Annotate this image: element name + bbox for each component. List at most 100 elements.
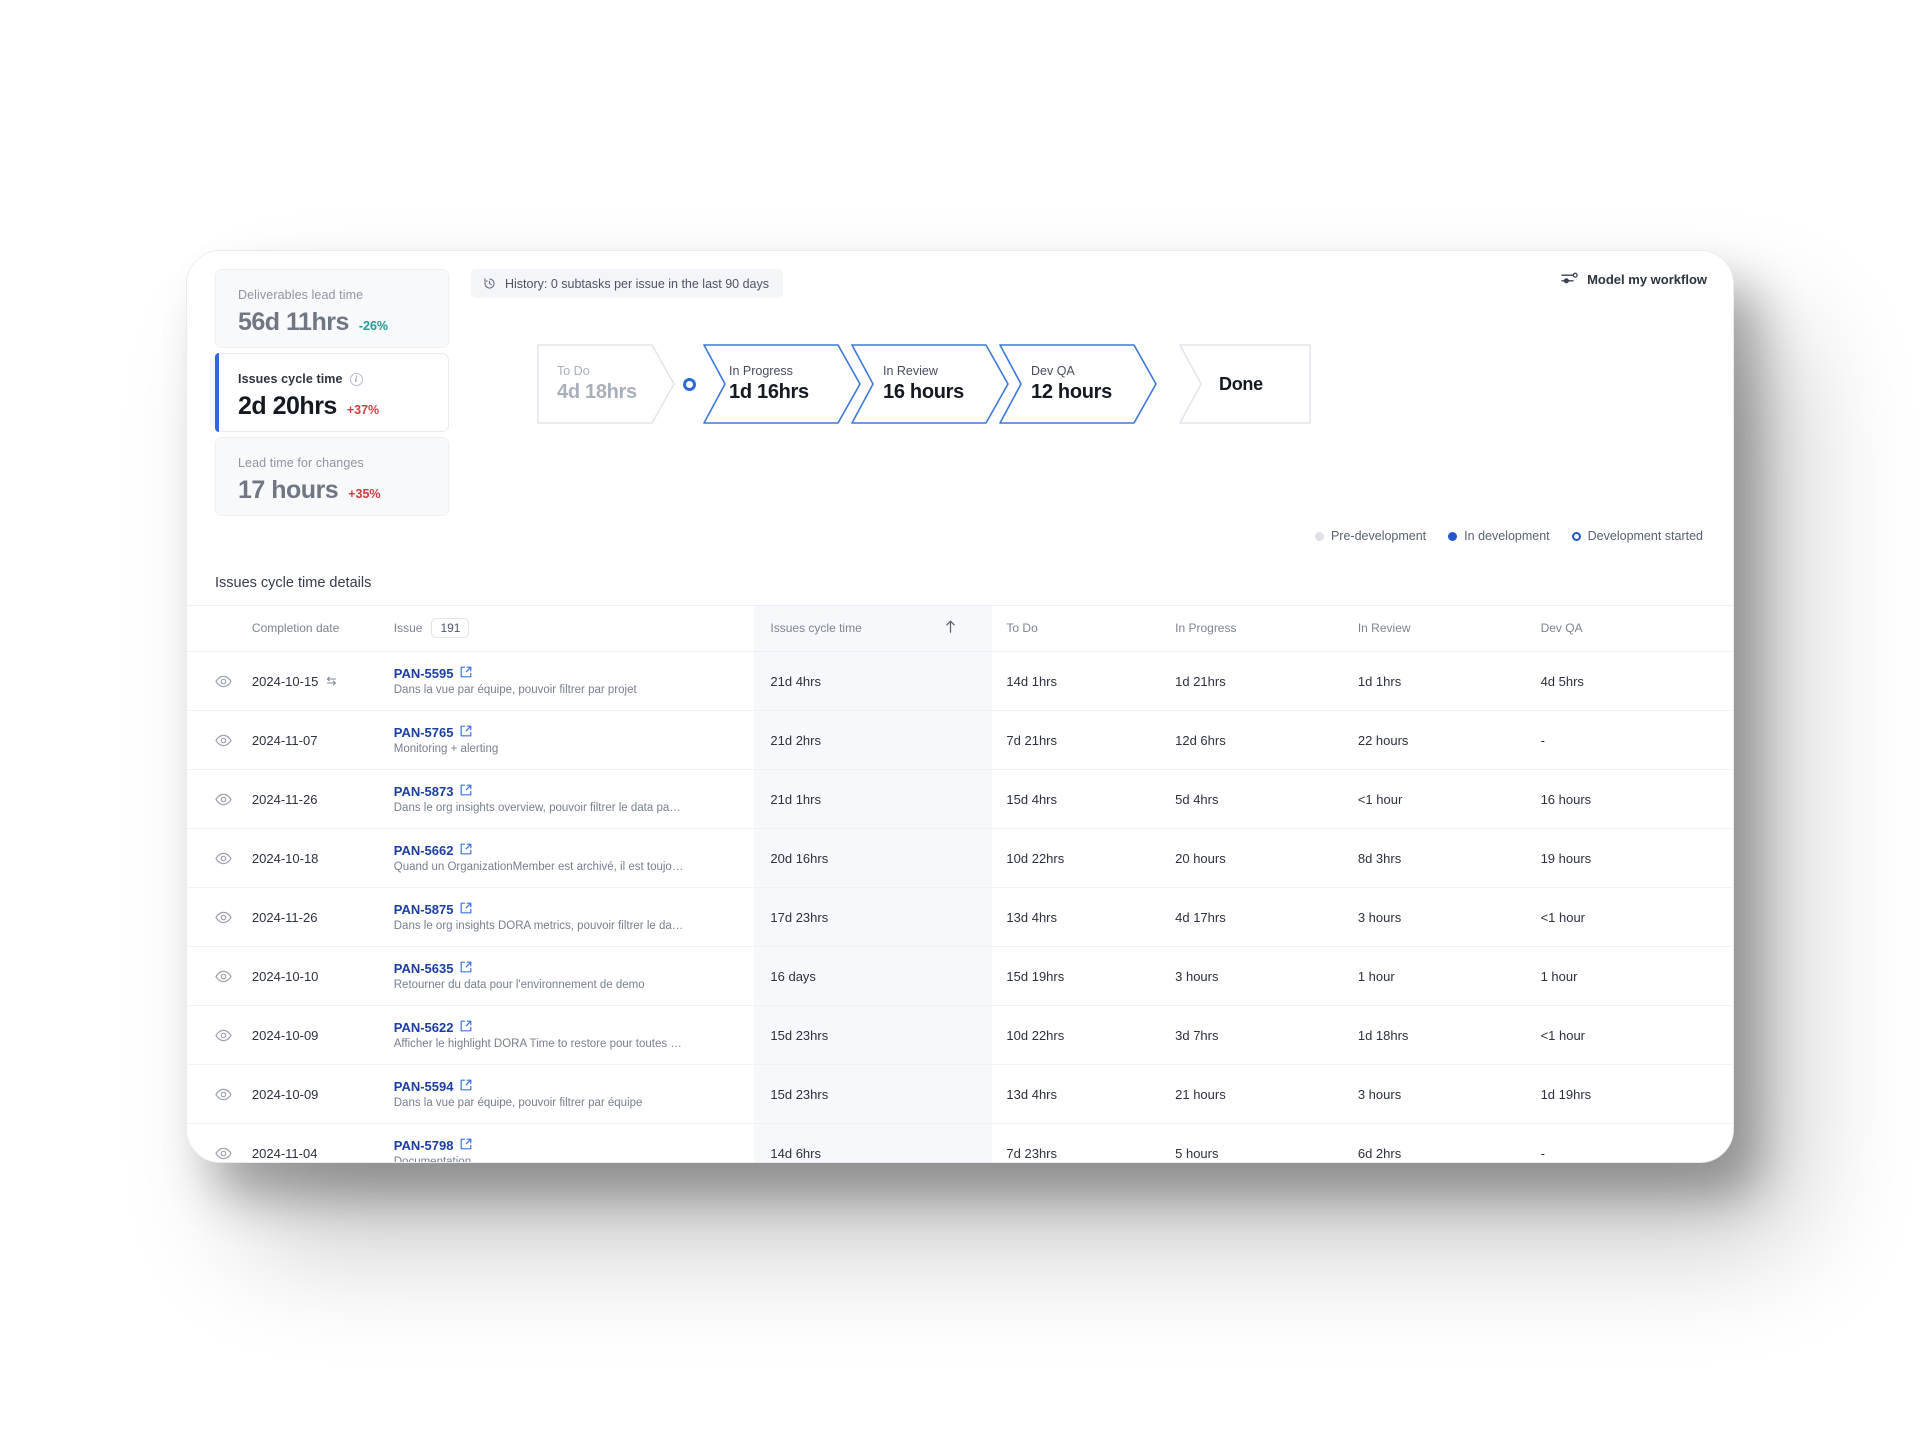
external-link-icon[interactable] — [460, 902, 472, 917]
development-started-marker — [675, 377, 703, 391]
workflow-stage-dev-qa[interactable]: Dev QA 12 hours — [999, 344, 1157, 424]
screenshot-stage: Deliverables lead time 56d 11hrs -26% Issue… — [0, 0, 1920, 1440]
col-watch — [187, 605, 252, 652]
issue-key-text: PAN-5875 — [393, 902, 454, 917]
issues-cycle-time-cell: 16 days — [754, 946, 945, 1006]
issue-key-link[interactable]: PAN-5765 — [394, 725, 473, 740]
in-review-cell: 1d 1hrs — [1357, 651, 1541, 711]
col-in-progress[interactable]: In Progress — [1175, 605, 1358, 652]
col-in-review[interactable]: In Review — [1357, 605, 1541, 652]
external-link-icon[interactable] — [460, 666, 472, 681]
in-review-cell: <1 hour — [1357, 769, 1541, 829]
completion-date-cell: 2024-10-18 — [251, 828, 394, 888]
metric-value: 56d 11hrs — [238, 308, 349, 336]
dev-qa-cell: 1 hour — [1540, 946, 1733, 1006]
table-row[interactable]: 2024-10-09 PAN-5594 Dans la vue par équipe… — [187, 1064, 1733, 1124]
to-do-cell: 13d 4hrs — [992, 887, 1176, 947]
eye-icon[interactable] — [215, 911, 252, 924]
table-row[interactable]: 2024-10-15 ⇆ PAN-5595 Dans la vue par équip… — [187, 651, 1733, 711]
completion-date-value: 2024-11-07 — [251, 732, 318, 748]
workflow-settings-icon — [1561, 271, 1578, 288]
to-do-cell: 10d 22hrs — [992, 1005, 1176, 1065]
completion-date-cell: 2024-11-04 — [251, 1123, 394, 1162]
external-link-icon[interactable] — [460, 1079, 472, 1094]
eye-icon[interactable] — [215, 793, 252, 806]
watch-cell — [187, 1064, 252, 1124]
stage-value: 1d 16hrs — [729, 381, 809, 403]
eye-icon[interactable] — [215, 1147, 252, 1160]
issue-description: Afficher le highlight DORA Time to resto… — [393, 1038, 684, 1050]
issue-key-link[interactable]: PAN-5873 — [394, 784, 473, 799]
workflow-stage-done[interactable]: Done — [1179, 344, 1311, 424]
issue-key-link[interactable]: PAN-5635 — [394, 961, 473, 976]
history-clock-icon — [482, 276, 497, 291]
issue-key-link[interactable]: PAN-5875 — [394, 902, 473, 917]
legend-item-pre-development: Pre-development — [1314, 529, 1426, 543]
metric-label-text: Lead time for changes — [238, 456, 364, 470]
to-do-cell: 7d 21hrs — [992, 710, 1176, 770]
metric-card-2[interactable]: Issues cycle time i 2d 20hrs +37% — [215, 353, 449, 432]
cycle-time-spacer-cell — [944, 1123, 993, 1162]
table-row[interactable]: 2024-11-26 PAN-5875 Dans le org insights D… — [187, 887, 1733, 947]
table-row[interactable]: 2024-11-26 PAN-5873 Dans le org insights o… — [187, 769, 1733, 829]
issue-key-link[interactable]: PAN-5622 — [394, 1020, 473, 1035]
table-row[interactable]: 2024-11-04 PAN-5798 Documentation 14d 6hrs 7… — [187, 1123, 1733, 1162]
model-my-workflow-label: Model my workflow — [1587, 272, 1707, 287]
in-progress-cell: 1d 21hrs — [1175, 651, 1358, 711]
issue-key-link[interactable]: PAN-5594 — [394, 1079, 473, 1094]
metric-card-3[interactable]: Lead time for changes 17 hours +35% — [215, 437, 449, 516]
completion-date-cell: 2024-11-26 — [251, 769, 394, 829]
external-link-icon[interactable] — [460, 1020, 472, 1035]
metric-label: Issues cycle time i — [238, 372, 430, 386]
metric-card-1[interactable]: Deliverables lead time 56d 11hrs -26% — [215, 269, 449, 348]
cycle-time-spacer-cell — [944, 1064, 993, 1124]
legend-label: Development started — [1587, 529, 1703, 543]
watch-cell — [187, 946, 252, 1006]
issues-cycle-time-cell: 20d 16hrs — [754, 828, 945, 888]
external-link-icon[interactable] — [460, 725, 472, 740]
eye-icon[interactable] — [215, 852, 252, 865]
eye-icon[interactable] — [215, 1088, 252, 1101]
issue-key-text: PAN-5595 — [393, 666, 454, 681]
metric-cards-list: Deliverables lead time 56d 11hrs -26% Issue… — [187, 251, 449, 557]
col-issue[interactable]: Issue 191 — [393, 605, 755, 652]
col-issue-label: Issue — [393, 621, 423, 635]
col-dev-qa[interactable]: Dev QA — [1540, 605, 1733, 652]
col-issues-cycle-time[interactable]: Issues cycle time — [754, 605, 945, 652]
eye-icon[interactable] — [215, 675, 252, 688]
eye-icon[interactable] — [215, 734, 252, 747]
external-link-icon[interactable] — [460, 1138, 472, 1153]
to-do-cell: 7d 23hrs — [992, 1123, 1176, 1162]
issue-description: Dans le org insights overview, pouvoir f… — [393, 802, 684, 814]
in-review-cell: 6d 2hrs — [1357, 1123, 1541, 1162]
external-link-icon[interactable] — [460, 961, 472, 976]
in-progress-cell: 20 hours — [1175, 828, 1358, 888]
workflow-stage-in-progress[interactable]: In Progress 1d 16hrs — [703, 344, 861, 424]
dev-qa-cell: <1 hour — [1540, 887, 1733, 947]
col-to-do[interactable]: To Do — [992, 605, 1176, 652]
cycle-time-spacer-cell — [944, 828, 993, 888]
dev-qa-cell: 4d 5hrs — [1540, 651, 1733, 711]
eye-icon[interactable] — [215, 970, 252, 983]
table-row[interactable]: 2024-10-18 PAN-5662 Quand un OrganizationM… — [187, 828, 1733, 888]
table-row[interactable]: 2024-10-09 PAN-5622 Afficher le highlight … — [187, 1005, 1733, 1065]
eye-icon[interactable] — [215, 1029, 252, 1042]
completion-date-cell: 2024-11-07 — [251, 710, 394, 770]
workflow-stage-to-do[interactable]: To Do 4d 18hrs — [537, 344, 675, 424]
sort-ascending-arrow-icon[interactable] — [944, 605, 993, 652]
external-link-icon[interactable] — [460, 843, 472, 858]
issue-key-link[interactable]: PAN-5662 — [394, 843, 473, 858]
external-link-icon[interactable] — [460, 784, 472, 799]
metric-delta: -26% — [358, 319, 389, 333]
stage-name: Dev QA — [1031, 364, 1075, 378]
issue-key-link[interactable]: PAN-5595 — [394, 666, 473, 681]
col-completion-date[interactable]: Completion date — [251, 605, 394, 652]
table-row[interactable]: 2024-11-07 PAN-5765 Monitoring + alerting 2… — [187, 710, 1733, 770]
completion-date-value: 2024-11-04 — [251, 1145, 318, 1161]
in-review-cell: 22 hours — [1357, 710, 1541, 770]
model-my-workflow-button[interactable]: Model my workflow — [1561, 271, 1707, 288]
workflow-stage-in-review[interactable]: In Review 16 hours — [851, 344, 1009, 424]
info-icon[interactable]: i — [349, 372, 363, 386]
table-row[interactable]: 2024-10-10 PAN-5635 Retourner du data pour… — [187, 946, 1733, 1006]
issue-key-link[interactable]: PAN-5798 — [394, 1138, 473, 1153]
